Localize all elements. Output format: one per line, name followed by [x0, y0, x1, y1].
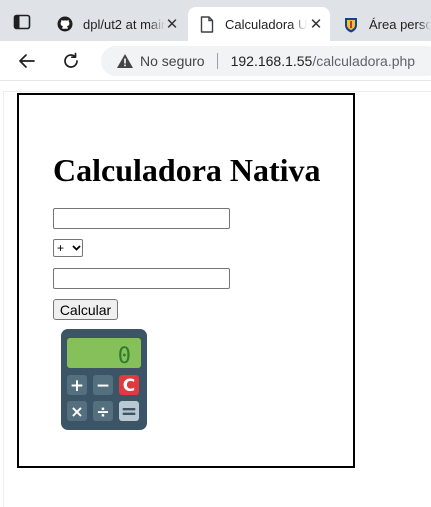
tab-actions-icon [13, 14, 31, 30]
tab-area-personal[interactable]: Área personal [332, 7, 431, 41]
calc-key-minus: − [96, 376, 110, 396]
calculator-display: 0 [118, 344, 131, 369]
warning-icon[interactable] [116, 52, 134, 70]
page-title: Calculadora Nativa [53, 152, 321, 188]
tab-strip: dpl/ut2 at main ✕ Calculadora UT2 ✕ Área… [0, 0, 431, 41]
tab-title: Calculadora UT2 [225, 16, 307, 32]
calc-key-plus: + [70, 376, 84, 396]
calculator-icon: 0 + − C × ÷ = [61, 329, 147, 430]
operand1-input[interactable] [53, 208, 230, 229]
reload-button[interactable] [58, 49, 84, 73]
omnibox-divider [216, 53, 218, 69]
tab-actions-button[interactable] [8, 10, 36, 34]
back-arrow-icon [19, 54, 35, 68]
address-bar[interactable]: No seguro 192.168.1.55/calculadora.php [101, 46, 431, 76]
document-icon [198, 15, 216, 33]
calc-key-equals: = [121, 399, 138, 423]
calculate-button[interactable]: Calcular [53, 299, 118, 320]
github-icon [56, 15, 74, 33]
crest-icon [342, 15, 360, 33]
operator-select[interactable]: + [53, 239, 83, 257]
tab-github[interactable]: dpl/ut2 at main ✕ [46, 7, 186, 41]
close-tab-icon[interactable]: ✕ [308, 16, 324, 33]
tab-title: Área personal [369, 16, 431, 32]
browser-toolbar: No seguro 192.168.1.55/calculadora.php [0, 41, 431, 81]
operand2-input[interactable] [53, 268, 230, 289]
tab-title: dpl/ut2 at main [83, 16, 165, 32]
url-path: /calculadora.php [312, 53, 416, 69]
url-host: 192.168.1.55 [230, 53, 313, 69]
tab-calculadora[interactable]: Calculadora UT2 ✕ [188, 7, 330, 41]
calc-key-multiply: × [70, 402, 83, 421]
url-text[interactable]: 192.168.1.55/calculadora.php [231, 53, 416, 69]
security-status[interactable]: No seguro [140, 53, 205, 69]
page-viewport: Calculadora Nativa + Calcular 0 + − C × … [0, 82, 431, 507]
back-button[interactable] [14, 49, 40, 73]
operator-value: + [57, 241, 65, 255]
close-tab-icon[interactable]: ✕ [164, 16, 180, 33]
calculator-container: Calculadora Nativa + Calcular 0 + − C × … [17, 93, 355, 468]
calc-key-clear: C [123, 376, 135, 396]
chevron-down-icon [71, 243, 81, 253]
calc-key-divide: ÷ [96, 402, 109, 421]
reload-icon [64, 52, 78, 68]
